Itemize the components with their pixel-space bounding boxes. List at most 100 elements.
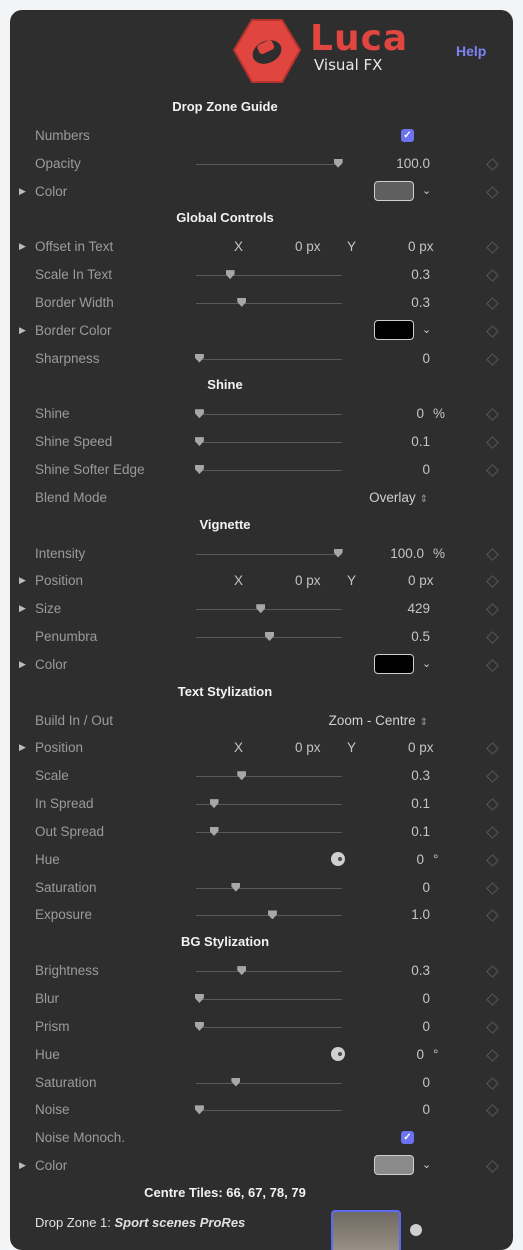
color-swatch[interactable] <box>374 319 414 340</box>
param-value[interactable]: 0.5 <box>340 629 430 644</box>
keyframe-icon[interactable] <box>486 965 499 979</box>
param-value[interactable]: 0 <box>340 406 424 421</box>
slider-knob[interactable] <box>194 409 204 419</box>
keyframe-icon[interactable] <box>486 547 499 561</box>
keyframe-icon[interactable] <box>486 185 499 199</box>
keyframe-icon[interactable] <box>486 909 499 923</box>
slider-track[interactable] <box>194 437 342 447</box>
slider-knob[interactable] <box>209 826 219 836</box>
slider-track[interactable] <box>194 1021 342 1031</box>
keyframe-icon[interactable] <box>486 770 499 784</box>
slider-track[interactable] <box>196 1077 342 1087</box>
disclosure-triangle-icon[interactable]: ▶ <box>19 325 26 336</box>
slider-knob[interactable] <box>256 604 266 614</box>
keyframe-icon[interactable] <box>486 1160 499 1173</box>
keyframe-icon[interactable] <box>486 1020 499 1034</box>
slider-knob[interactable] <box>231 882 241 892</box>
slider-knob[interactable] <box>231 1077 241 1087</box>
popup-menu[interactable]: Zoom - Centre ⇕ <box>329 713 428 728</box>
color-swatch[interactable] <box>374 1155 414 1176</box>
keyframe-icon[interactable] <box>486 631 499 644</box>
slider-track[interactable] <box>196 966 342 976</box>
keyframe-icon[interactable] <box>486 157 499 171</box>
param-value[interactable]: 0.3 <box>340 963 430 978</box>
checkbox[interactable]: ✓ <box>401 1131 414 1145</box>
x-value[interactable]: 0 px <box>295 573 321 588</box>
slider-track[interactable] <box>194 1105 342 1115</box>
keyframe-icon[interactable] <box>486 1104 499 1118</box>
slider-track[interactable] <box>196 910 342 920</box>
keyframe-icon[interactable] <box>486 603 499 617</box>
keyframe-icon[interactable] <box>486 881 499 895</box>
disclosure-triangle-icon[interactable]: ▶ <box>19 659 26 670</box>
keyframe-icon[interactable] <box>486 464 499 477</box>
param-value[interactable]: 0 <box>340 462 430 477</box>
chevron-down-icon[interactable]: ⌄ <box>422 657 431 670</box>
param-value[interactable]: 100.0 <box>340 546 424 561</box>
param-value[interactable]: 1.0 <box>340 907 430 922</box>
disclosure-triangle-icon[interactable]: ▶ <box>19 1160 26 1171</box>
x-value[interactable]: 0 px <box>295 239 321 254</box>
slider-knob[interactable] <box>194 1021 204 1031</box>
slider-knob[interactable] <box>267 910 277 920</box>
param-value[interactable]: 0 <box>340 1102 430 1117</box>
slider-knob[interactable] <box>194 437 204 447</box>
param-value[interactable]: 0.1 <box>340 796 430 811</box>
popup-menu[interactable]: Overlay ⇕ <box>369 490 428 505</box>
slider-knob[interactable] <box>225 270 235 280</box>
y-value[interactable]: 0 px <box>408 239 434 254</box>
keyframe-icon[interactable] <box>486 742 499 756</box>
slider-knob[interactable] <box>265 632 274 642</box>
param-value[interactable]: 0 <box>340 880 430 895</box>
param-value[interactable]: 0.3 <box>340 295 430 310</box>
slider-track[interactable] <box>196 882 342 892</box>
slider-track[interactable] <box>194 994 342 1003</box>
keyframe-icon[interactable] <box>486 408 499 422</box>
disclosure-triangle-icon[interactable]: ▶ <box>19 742 26 753</box>
slider-track[interactable] <box>196 799 342 809</box>
chevron-down-icon[interactable]: ⌄ <box>422 184 431 197</box>
y-value[interactable]: 0 px <box>408 740 434 755</box>
keyframe-icon[interactable] <box>486 853 499 867</box>
slider-track[interactable] <box>196 548 343 558</box>
keyframe-icon[interactable] <box>486 297 499 310</box>
keyframe-icon[interactable] <box>486 269 499 282</box>
slider-knob[interactable] <box>194 353 204 363</box>
help-link[interactable]: Help <box>456 43 486 59</box>
keyframe-icon[interactable] <box>486 1076 499 1090</box>
param-value[interactable]: 100.0 <box>340 156 430 171</box>
slider-track[interactable] <box>196 297 342 307</box>
param-value[interactable]: 429 <box>340 601 430 616</box>
slider-track[interactable] <box>194 353 342 363</box>
chevron-down-icon[interactable]: ⌄ <box>422 323 431 336</box>
param-value[interactable]: 0 <box>340 852 424 867</box>
param-value[interactable]: 0 <box>340 1019 430 1034</box>
slider-track[interactable] <box>196 632 342 642</box>
slider-track[interactable] <box>196 158 343 168</box>
param-value[interactable]: 0 <box>340 1047 424 1062</box>
keyframe-icon[interactable] <box>486 241 499 255</box>
keyframe-icon[interactable] <box>486 1048 499 1062</box>
slider-track[interactable] <box>194 409 342 419</box>
slider-knob[interactable] <box>209 799 219 809</box>
keyframe-icon[interactable] <box>486 798 499 811</box>
param-value[interactable]: 0 <box>340 991 430 1006</box>
param-value[interactable]: 0.1 <box>340 434 430 449</box>
keyframe-icon[interactable] <box>486 993 499 1006</box>
color-swatch[interactable] <box>374 180 414 201</box>
x-value[interactable]: 0 px <box>295 740 321 755</box>
drop-zone-thumbnail[interactable] <box>331 1209 401 1250</box>
keyframe-icon[interactable] <box>486 659 499 672</box>
color-swatch[interactable] <box>374 653 414 674</box>
disclosure-triangle-icon[interactable]: ▶ <box>19 575 26 586</box>
keyframe-icon[interactable] <box>486 436 499 449</box>
drop-zone-options-icon[interactable] <box>410 1223 422 1236</box>
slider-track[interactable] <box>196 604 342 614</box>
slider-knob[interactable] <box>237 966 247 976</box>
param-value[interactable]: 0.3 <box>340 267 430 282</box>
param-value[interactable]: 0.1 <box>340 824 430 839</box>
slider-knob[interactable] <box>194 464 204 474</box>
keyframe-icon[interactable] <box>486 352 499 366</box>
disclosure-triangle-icon[interactable]: ▶ <box>19 186 26 197</box>
slider-knob[interactable] <box>194 994 204 1003</box>
